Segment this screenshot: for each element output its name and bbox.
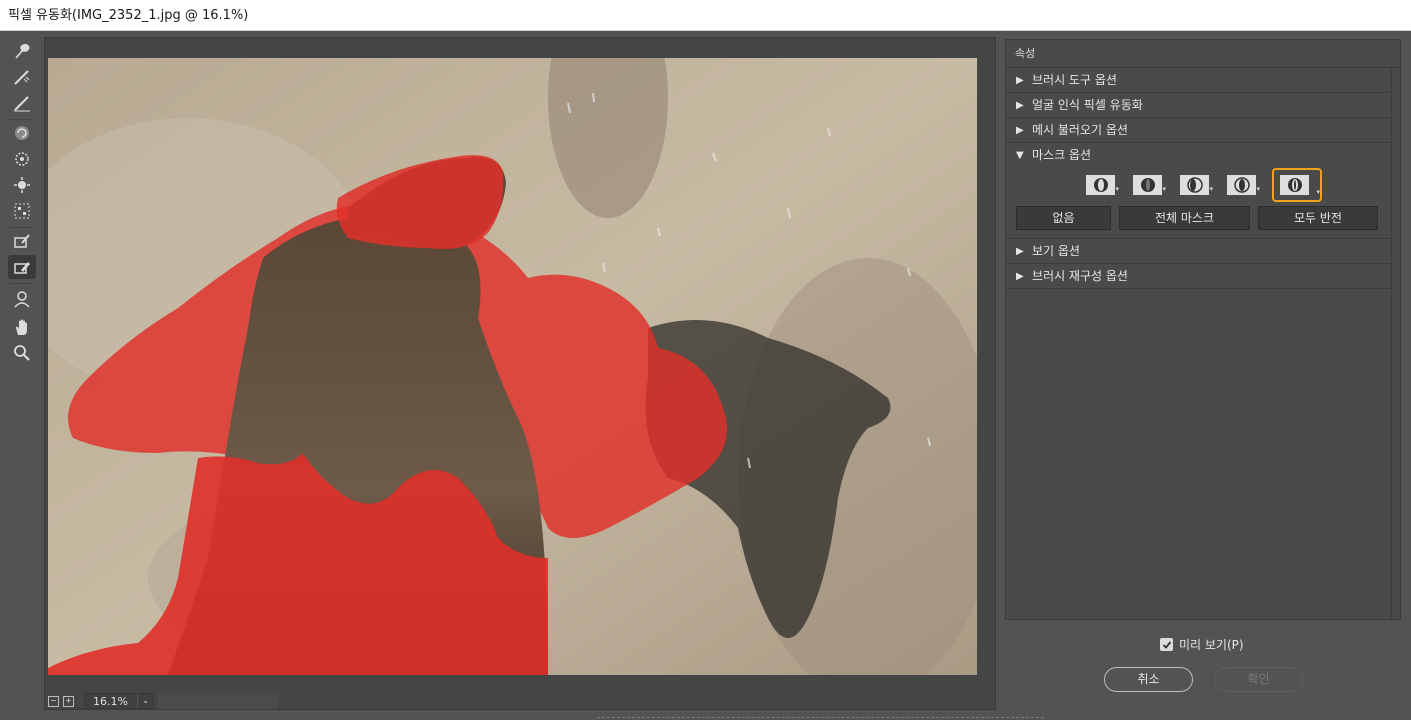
- section-face-aware-liquify[interactable]: ▶ 얼굴 인식 픽셀 유동화: [1006, 93, 1390, 118]
- section-brush-tool-options[interactable]: ▶ 브러시 도구 옵션: [1006, 68, 1390, 93]
- expand-triangle-icon: ▶: [1016, 75, 1024, 86]
- section-label: 마스크 옵션: [1032, 148, 1092, 162]
- freeze-mask-icon[interactable]: [8, 229, 36, 253]
- preview-label: 미리 보기(P): [1179, 638, 1244, 652]
- section-view-options[interactable]: ▶ 보기 옵션: [1006, 239, 1390, 264]
- bloat-icon[interactable]: [8, 173, 36, 197]
- face-tool-icon[interactable]: [8, 287, 36, 311]
- section-label: 보기 옵션: [1032, 244, 1080, 258]
- section-label: 브러시 재구성 옵션: [1032, 269, 1128, 283]
- image-canvas[interactable]: [48, 58, 977, 675]
- section-brush-reconstruct-options[interactable]: ▶ 브러시 재구성 옵션: [1006, 264, 1390, 289]
- checkmark-icon[interactable]: [1160, 638, 1173, 651]
- intersect-with-selection-icon[interactable]: ▾: [1225, 173, 1260, 197]
- smooth-icon[interactable]: [8, 91, 36, 115]
- reconstruct-icon[interactable]: [8, 65, 36, 89]
- tool-panel: [0, 31, 44, 720]
- collapse-triangle-icon: ▼: [1016, 150, 1024, 161]
- zoom-value: 16.1%: [93, 694, 128, 708]
- section-label: 브러시 도구 옵션: [1032, 73, 1117, 87]
- section-label: 메시 불러오기 옵션: [1032, 123, 1128, 137]
- forward-warp-icon[interactable]: [8, 39, 36, 63]
- panel-scrollbar[interactable]: [1391, 68, 1400, 619]
- section-label: 얼굴 인식 픽셀 유동화: [1032, 98, 1143, 112]
- ok-button[interactable]: 확인: [1214, 667, 1303, 692]
- chevron-down-icon[interactable]: ⌄: [137, 694, 153, 708]
- properties-panel: 속성 ▶ 브러시 도구 옵션 ▶ 얼굴 인식 픽셀 유동화 ▶ 메시 불러오기 …: [1005, 39, 1401, 620]
- invert-all-button[interactable]: 모두 반전: [1258, 206, 1378, 230]
- window-title: 픽셀 유동화(IMG_2352_1.jpg @ 16.1%): [0, 0, 1411, 31]
- zoom-icon[interactable]: [8, 341, 36, 365]
- hand-icon[interactable]: [8, 315, 36, 339]
- replace-selection-icon[interactable]: ▾: [1084, 173, 1119, 197]
- zoom-field[interactable]: 16.1% ⌄: [84, 693, 154, 709]
- expand-triangle-icon: ▶: [1016, 125, 1024, 136]
- cancel-button[interactable]: 취소: [1104, 667, 1193, 692]
- subtract-from-selection-icon[interactable]: ▾: [1178, 173, 1213, 197]
- mask-none-button[interactable]: 없음: [1016, 206, 1111, 230]
- push-left-icon[interactable]: [8, 199, 36, 223]
- section-load-mesh-options[interactable]: ▶ 메시 불러오기 옵션: [1006, 118, 1390, 143]
- twirl-icon[interactable]: [8, 121, 36, 145]
- expand-triangle-icon: ▶: [1016, 100, 1024, 111]
- pucker-icon[interactable]: [8, 147, 36, 171]
- zoom-status-bar: − + 16.1% ⌄: [48, 692, 278, 710]
- thaw-mask-icon[interactable]: [8, 255, 36, 279]
- zoom-in-button[interactable]: +: [63, 695, 74, 707]
- expand-triangle-icon: ▶: [1016, 246, 1024, 257]
- invert-selection-icon[interactable]: ▾: [1272, 168, 1322, 202]
- panel-title: 속성: [1006, 40, 1400, 68]
- section-mask-options[interactable]: ▼ 마스크 옵션: [1006, 143, 1390, 168]
- zoom-out-button[interactable]: −: [48, 695, 59, 707]
- preview-checkbox[interactable]: 미리 보기(P): [1160, 636, 1244, 653]
- expand-triangle-icon: ▶: [1016, 271, 1024, 282]
- mask-options-body: ▾ ▾ ▾ ▾ ▾ 없음 전체 마스크 모두 반전: [1006, 168, 1390, 239]
- add-to-selection-icon[interactable]: ▾: [1131, 173, 1166, 197]
- mask-all-button[interactable]: 전체 마스크: [1119, 206, 1250, 230]
